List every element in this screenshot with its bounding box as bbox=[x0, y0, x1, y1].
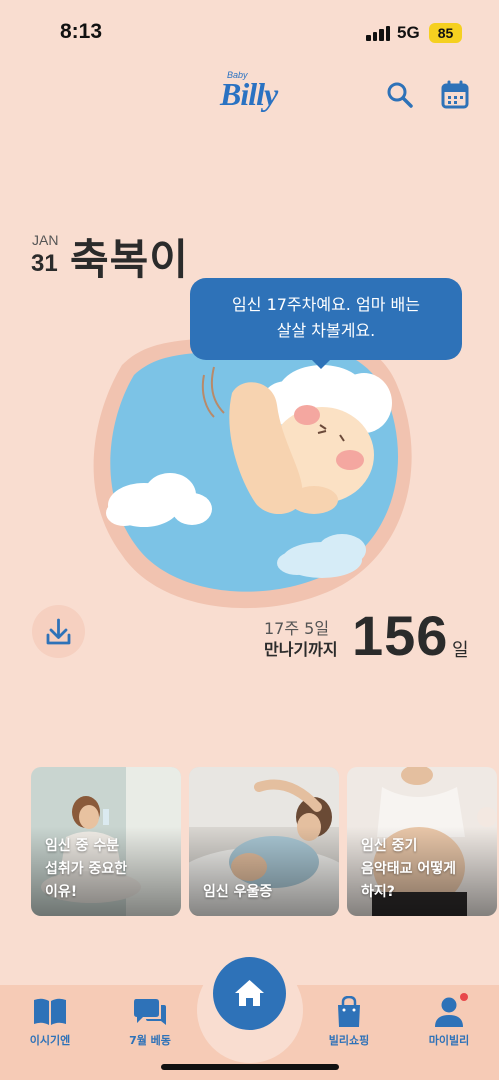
chat-icon bbox=[134, 999, 166, 1025]
article-title: 임신 중 수분 섭취가 중요한 이유! bbox=[45, 838, 128, 900]
signal-icon bbox=[366, 25, 392, 41]
nav-label: 이시기엔 bbox=[29, 1034, 71, 1047]
nav-item-my[interactable]: 마이빌리 bbox=[409, 996, 489, 1056]
article-card[interactable]: 임신 중기 음악태교 어떻게 하지? bbox=[347, 767, 497, 916]
calendar-icon bbox=[441, 80, 469, 109]
nav-label: 빌리쇼핑 bbox=[328, 1034, 370, 1047]
date-day: 31 bbox=[31, 250, 58, 277]
article-title: 임신 우울증 bbox=[203, 884, 273, 900]
home-icon bbox=[235, 980, 264, 1006]
notification-dot bbox=[460, 993, 468, 1001]
download-button[interactable] bbox=[32, 605, 85, 658]
article-card[interactable]: 임신 중 수분 섭취가 중요한 이유! bbox=[31, 767, 181, 916]
battery-icon: 85 bbox=[429, 23, 462, 43]
shopping-bag-icon bbox=[338, 996, 360, 1027]
dday-count: 156 bbox=[352, 604, 449, 667]
search-button[interactable] bbox=[385, 80, 415, 110]
baby-name[interactable]: 축복이 bbox=[70, 226, 189, 287]
dday-unit: 일 bbox=[452, 640, 469, 661]
status-time: 8:13 bbox=[60, 20, 103, 43]
billy-logo[interactable]: Baby Billy bbox=[215, 70, 287, 120]
network-label: 5G bbox=[397, 23, 420, 42]
speech-bubble: 임신 17주차예요. 엄마 배는 살살 차볼게요. bbox=[190, 278, 462, 360]
home-indicator bbox=[161, 1064, 339, 1070]
date-month: JAN bbox=[32, 232, 59, 248]
article-title: 임신 중기 음악태교 어떻게 하지? bbox=[361, 838, 457, 900]
search-icon bbox=[387, 82, 413, 108]
person-icon bbox=[435, 997, 463, 1027]
nav-item-info[interactable]: 이시기엔 bbox=[10, 996, 90, 1056]
status-bar: 8:13 5G 85 bbox=[0, 0, 499, 62]
logo-billy-text: Billy bbox=[220, 76, 278, 112]
nav-item-shopping[interactable]: 빌리쇼핑 bbox=[309, 996, 389, 1056]
download-icon bbox=[46, 618, 71, 645]
nav-item-community[interactable]: 7월 베동 bbox=[110, 996, 190, 1056]
book-icon bbox=[34, 998, 66, 1025]
nav-label: 7월 베동 bbox=[129, 1034, 171, 1047]
nav-label: 마이빌리 bbox=[428, 1034, 470, 1047]
calendar-button[interactable] bbox=[440, 80, 470, 110]
countdown-label: 만나기까지 bbox=[264, 640, 338, 659]
speech-bubble-tail bbox=[310, 358, 332, 369]
article-card[interactable]: 임신 우울증 bbox=[189, 767, 339, 916]
nav-home-button[interactable] bbox=[213, 957, 286, 1030]
